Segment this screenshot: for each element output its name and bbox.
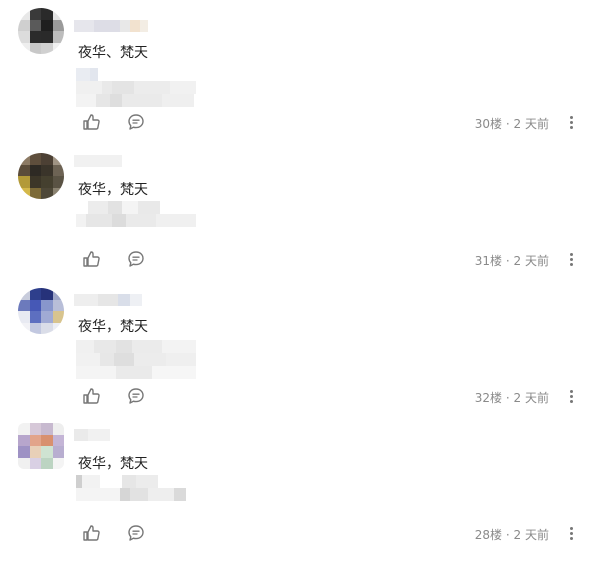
separator: · bbox=[505, 117, 510, 131]
thumbs-up-icon bbox=[83, 251, 100, 267]
comment-item: 夜华，梵天 32楼 · 2 天前 bbox=[0, 274, 593, 411]
comment-bubble-icon bbox=[128, 525, 144, 541]
comment-text: 夜华，梵天 bbox=[78, 182, 148, 198]
reply-button[interactable] bbox=[126, 386, 146, 406]
username-blurred[interactable] bbox=[74, 155, 122, 167]
comment-item: 夜华、梵天 30楼 · 2 天前 bbox=[0, 0, 593, 137]
username-blurred[interactable] bbox=[74, 294, 142, 306]
more-vertical-icon bbox=[569, 253, 573, 256]
more-menu-button[interactable] bbox=[566, 116, 576, 132]
username-blurred[interactable] bbox=[74, 429, 110, 441]
comment-text: 夜华，梵天 bbox=[78, 319, 148, 335]
post-time: 2 天前 bbox=[513, 117, 549, 131]
separator: · bbox=[505, 391, 510, 405]
comment-item: 夜华，梵天 28楼 · 2 天前 bbox=[0, 411, 593, 548]
reply-button[interactable] bbox=[126, 523, 146, 543]
avatar[interactable] bbox=[18, 423, 64, 469]
reply-button[interactable] bbox=[126, 249, 146, 269]
floor-and-time: 28楼 · 2 天前 bbox=[475, 526, 549, 543]
floor-and-time: 31楼 · 2 天前 bbox=[475, 252, 549, 269]
reply-button[interactable] bbox=[126, 112, 146, 132]
thumbs-up-icon bbox=[83, 114, 100, 130]
username-blurred[interactable] bbox=[74, 20, 148, 32]
floor-number: 28楼 bbox=[474, 528, 503, 542]
thumbs-up-icon bbox=[83, 388, 100, 404]
like-button[interactable] bbox=[82, 386, 102, 406]
image-reply-blurred bbox=[76, 201, 196, 227]
comment-bubble-icon bbox=[128, 251, 144, 267]
more-vertical-icon bbox=[569, 116, 573, 119]
post-time: 2 天前 bbox=[513, 254, 549, 268]
image-reply-blurred bbox=[76, 68, 196, 107]
like-button[interactable] bbox=[82, 112, 102, 132]
floor-number: 32楼 bbox=[474, 391, 503, 405]
more-vertical-icon bbox=[569, 527, 573, 530]
thumbs-up-icon bbox=[83, 525, 100, 541]
avatar[interactable] bbox=[18, 288, 64, 334]
separator: · bbox=[505, 254, 510, 268]
post-time: 2 天前 bbox=[513, 528, 549, 542]
more-vertical-icon bbox=[569, 390, 573, 393]
more-menu-button[interactable] bbox=[566, 390, 576, 406]
more-menu-button[interactable] bbox=[566, 253, 576, 269]
avatar[interactable] bbox=[18, 153, 64, 199]
floor-number: 31楼 bbox=[474, 254, 503, 268]
avatar[interactable] bbox=[18, 8, 64, 54]
separator: · bbox=[505, 528, 510, 542]
comment-bubble-icon bbox=[128, 114, 144, 130]
floor-and-time: 32楼 · 2 天前 bbox=[475, 389, 549, 406]
like-button[interactable] bbox=[82, 523, 102, 543]
image-reply-blurred bbox=[76, 475, 186, 501]
more-menu-button[interactable] bbox=[566, 527, 576, 543]
like-button[interactable] bbox=[82, 249, 102, 269]
comment-text: 夜华，梵天 bbox=[78, 456, 148, 472]
post-time: 2 天前 bbox=[513, 391, 549, 405]
comment-item: 夜华，梵天 31楼 · 2 天前 bbox=[0, 137, 593, 274]
floor-number: 30楼 bbox=[474, 117, 503, 131]
floor-and-time: 30楼 · 2 天前 bbox=[475, 115, 549, 132]
comment-bubble-icon bbox=[128, 388, 144, 404]
comment-text: 夜华、梵天 bbox=[78, 45, 148, 61]
image-reply-blurred bbox=[76, 340, 196, 379]
